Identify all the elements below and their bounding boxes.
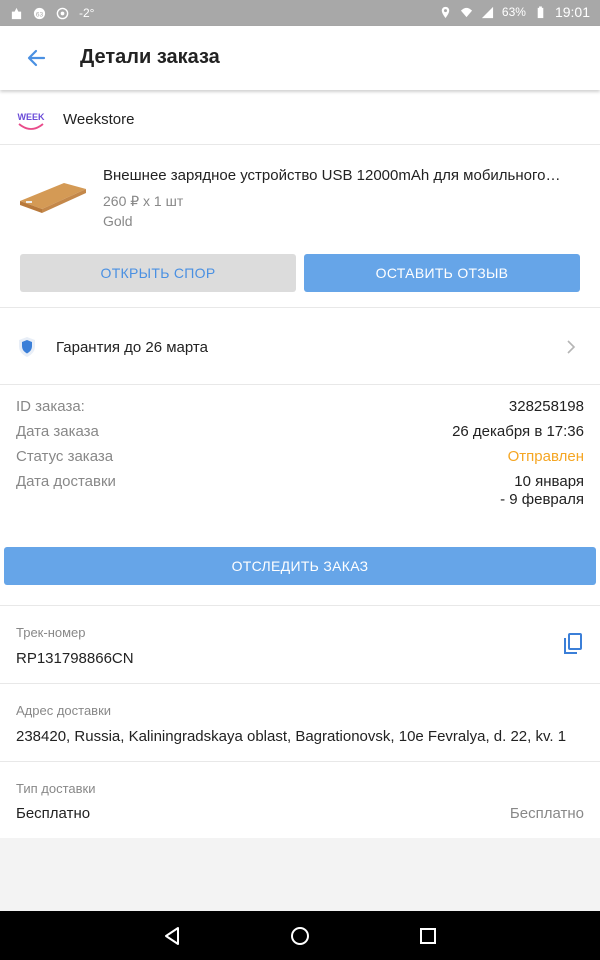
leave-review-button[interactable]: ОСТАВИТЬ ОТЗЫВ	[304, 254, 580, 292]
order-date-label: Дата заказа	[16, 423, 99, 440]
page-background	[0, 838, 600, 911]
svg-text:WEEK: WEEK	[18, 112, 46, 122]
shipping-price: Бесплатно	[509, 805, 584, 822]
clock: 19:01	[554, 4, 590, 20]
badge-count-icon: 63	[33, 7, 46, 19]
product-price: 260 ₽ x 1 шт	[103, 193, 184, 209]
store-logo: WEEK	[18, 112, 46, 130]
divider	[0, 683, 600, 684]
status-bar: 63 -2° 63% 19:01	[0, 0, 600, 26]
order-status-value: Отправлен	[507, 448, 584, 465]
delivery-date-line1: 10 января	[514, 473, 584, 490]
order-status-label: Статус заказа	[16, 448, 114, 465]
shield-icon	[19, 337, 35, 357]
divider	[0, 605, 600, 606]
arrow-left-icon[interactable]	[24, 46, 50, 70]
address-value: 238420, Russia, Kaliningradskaya oblast,…	[16, 728, 567, 745]
svg-text:63: 63	[36, 11, 44, 18]
nav-recents-icon[interactable]	[417, 925, 439, 947]
open-dispute-button[interactable]: ОТКРЫТЬ СПОР	[20, 254, 296, 292]
product-title[interactable]: Внешнее зарядное устройство USB 12000mAh…	[103, 167, 583, 184]
notification-icon	[11, 7, 22, 19]
delivery-date-line2: - 9 февраля	[500, 491, 584, 508]
shipping-type-label: Тип доставки	[16, 781, 96, 796]
chevron-right-icon	[567, 340, 576, 354]
order-date-value: 26 декабря в 17:36	[452, 423, 584, 440]
wifi-icon	[460, 7, 472, 17]
hotspot-icon	[56, 7, 69, 19]
battery-icon	[537, 5, 544, 18]
address-label: Адрес доставки	[16, 703, 112, 718]
system-nav-bar	[0, 911, 600, 960]
copy-icon[interactable]	[563, 633, 583, 655]
product-variant: Gold	[103, 213, 133, 229]
app-bar: Детали заказа	[0, 26, 600, 90]
page-title: Детали заказа	[80, 46, 220, 68]
tracking-label: Трек-номер	[16, 625, 86, 640]
divider	[0, 761, 600, 762]
order-id-label: ID заказа:	[16, 398, 85, 415]
tracking-number: RP131798866CN	[16, 650, 134, 667]
location-icon	[441, 6, 450, 18]
nav-back-icon[interactable]	[161, 925, 183, 947]
battery-percent: 63%	[501, 5, 526, 19]
warranty-text: Гарантия до 26 марта	[56, 339, 208, 356]
product-card: Внешнее зарядное устройство USB 12000mAh…	[0, 145, 600, 308]
store-row[interactable]: WEEK Weekstore	[0, 96, 600, 145]
track-order-button[interactable]: ОТСЛЕДИТЬ ЗАКАЗ	[4, 547, 596, 585]
store-name: Weekstore	[63, 111, 135, 128]
order-id-value: 328258198	[508, 398, 584, 415]
temperature: -2°	[79, 6, 95, 20]
shipping-type-value: Бесплатно	[16, 805, 91, 822]
nav-home-icon[interactable]	[289, 925, 311, 947]
powerbank-image	[20, 183, 86, 213]
delivery-date-label: Дата доставки	[16, 473, 116, 490]
warranty-row[interactable]: Гарантия до 26 марта	[0, 310, 600, 385]
signal-icon	[481, 6, 493, 18]
